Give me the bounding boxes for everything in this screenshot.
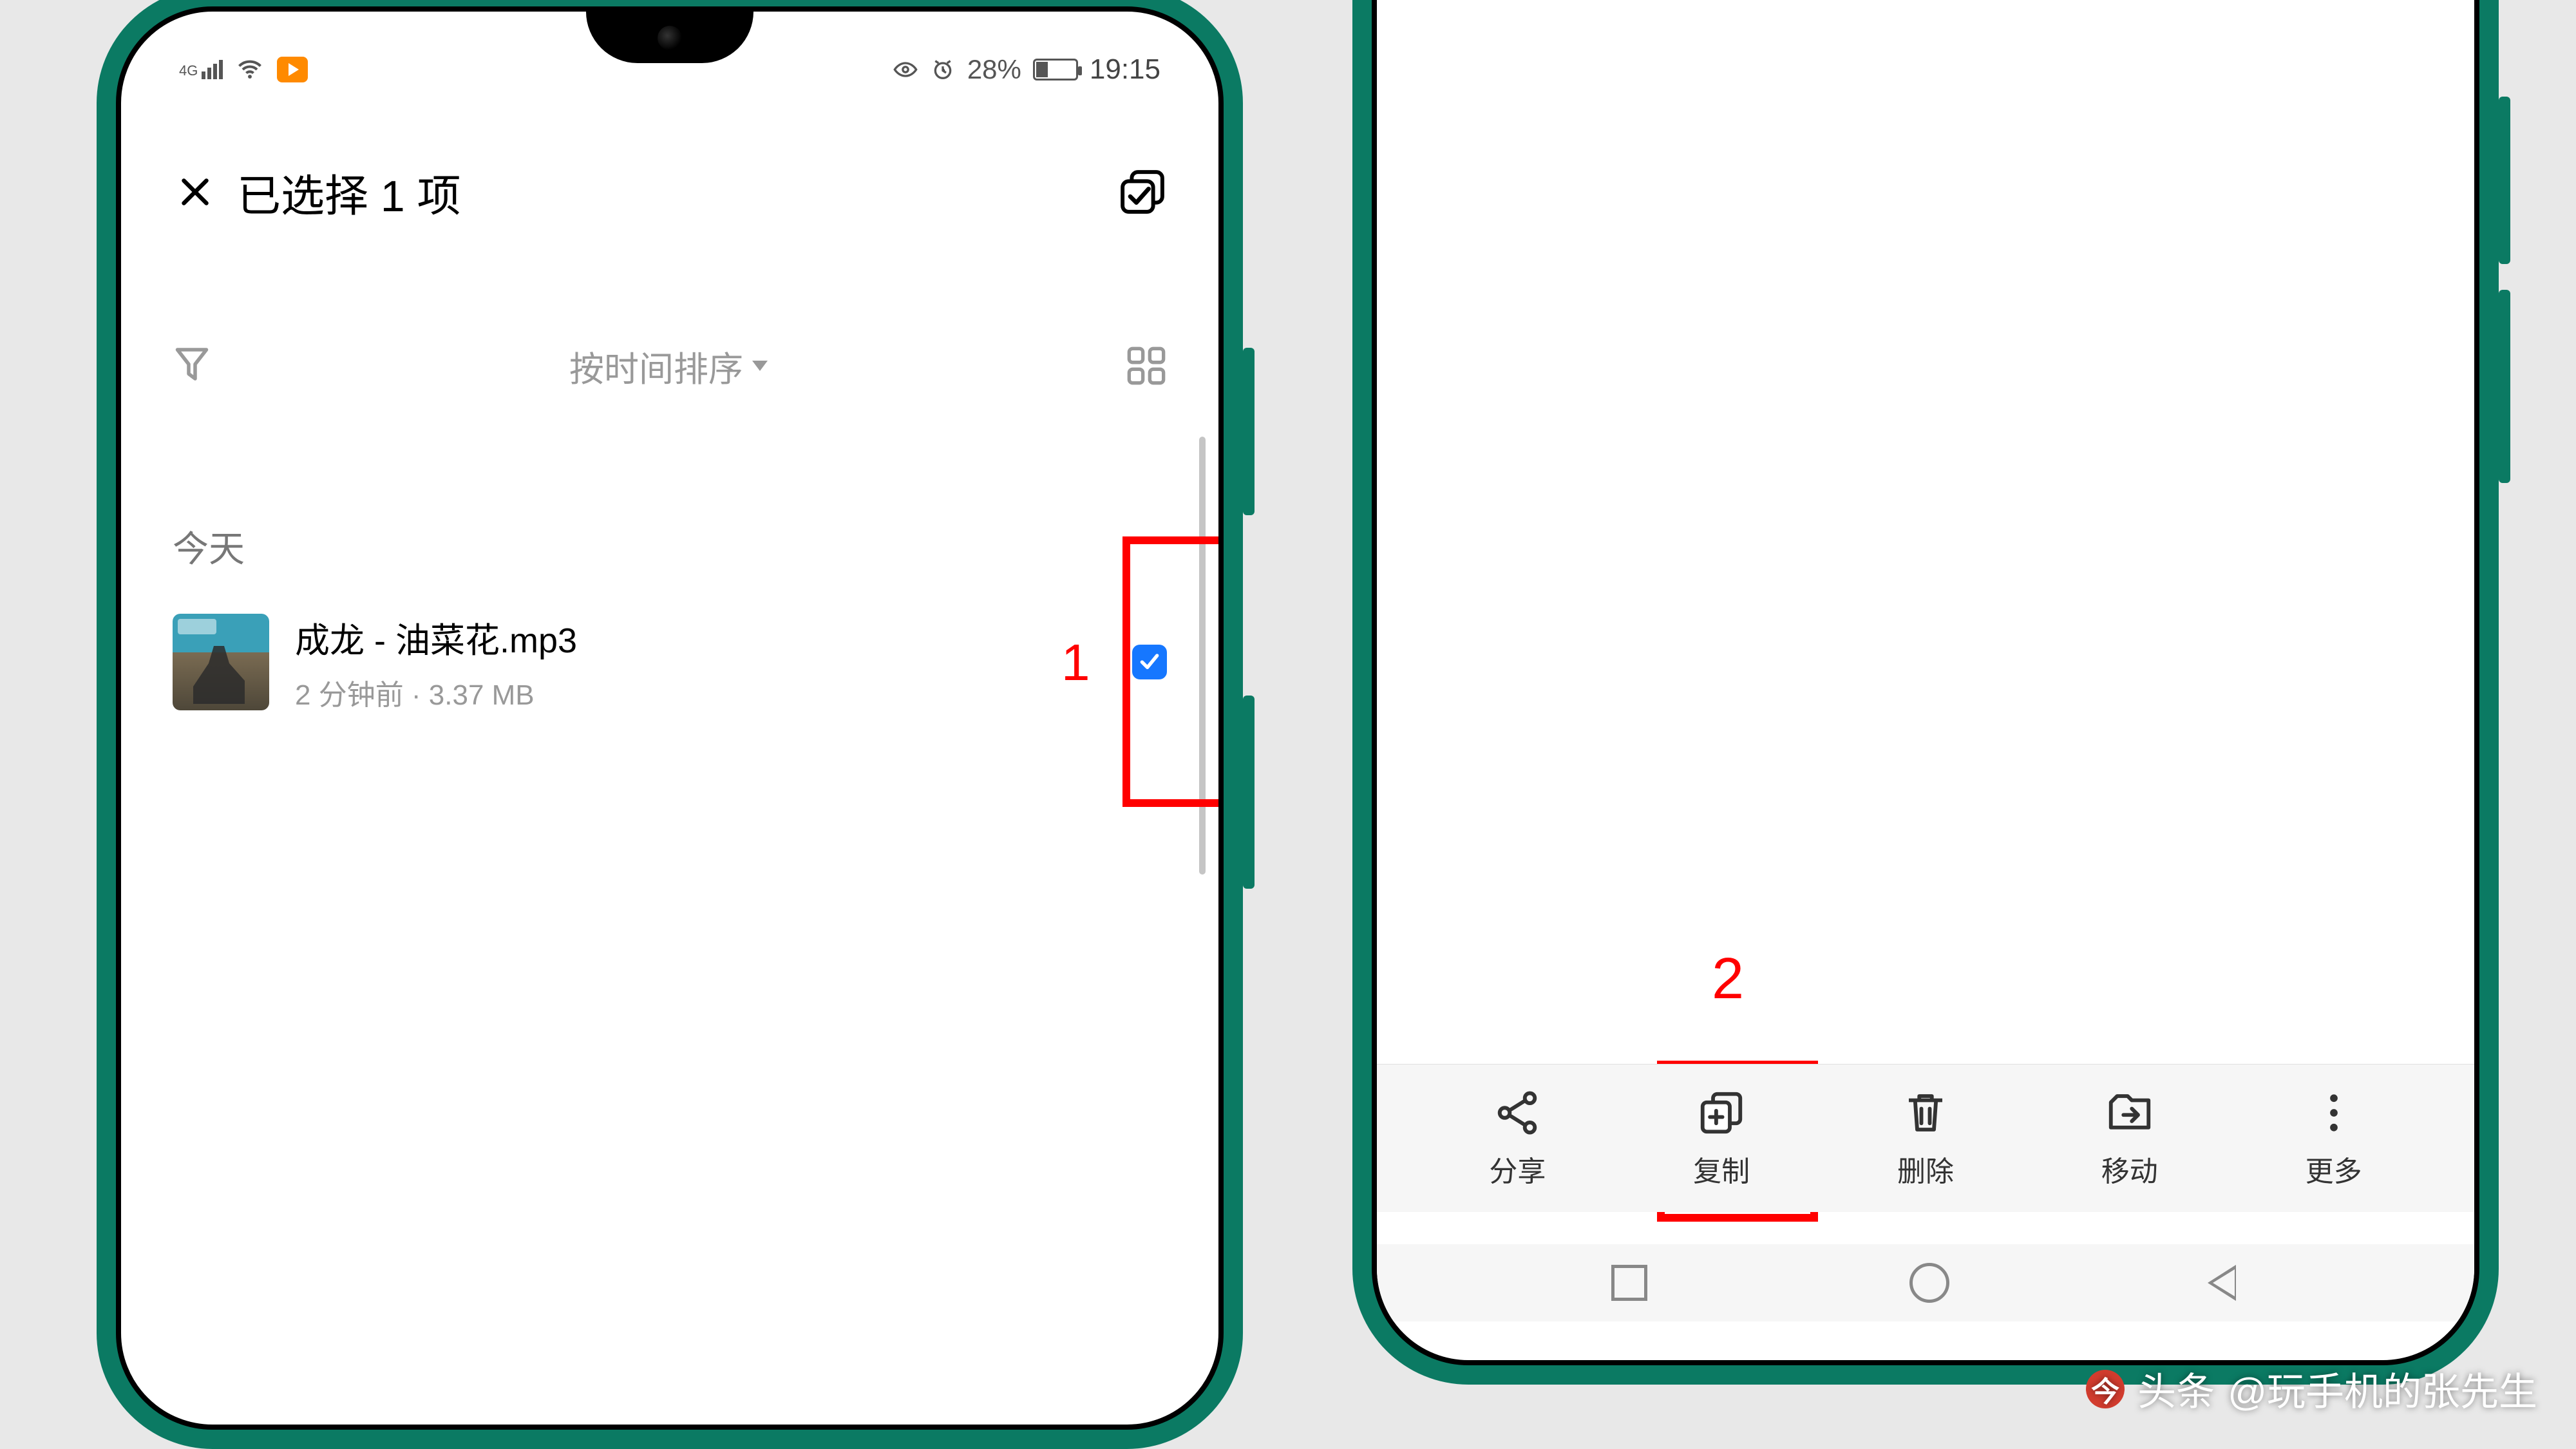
- watermark: 今 头条 @玩手机的张先生: [2086, 1361, 2537, 1417]
- copy-icon: [1696, 1088, 1747, 1138]
- grid-view-icon[interactable]: [1126, 345, 1167, 386]
- more-button[interactable]: 更多: [2306, 1088, 2362, 1189]
- android-nav-bar: [1377, 1244, 2474, 1321]
- selection-header: 已选择 1 项: [121, 140, 1218, 243]
- eye-comfort-icon: [893, 57, 918, 82]
- more-icon: [2309, 1088, 2359, 1138]
- phone-left-frame: 4G 28% 19:15: [97, 0, 1243, 1449]
- network-type: 4G: [179, 62, 198, 79]
- phone-right-frame: 2 分享 复制: [1352, 0, 2499, 1385]
- file-meta: 2 分钟前 · 3.37 MB: [295, 672, 1106, 713]
- signal-icon: 4G: [179, 60, 223, 79]
- filter-icon[interactable]: [173, 343, 211, 388]
- move-label: 移动: [2101, 1148, 2158, 1189]
- signal-bars-icon: [202, 60, 223, 79]
- clock-time: 19:15: [1090, 53, 1160, 86]
- move-icon: [2105, 1088, 2155, 1138]
- file-info: 成龙 - 油菜花.mp3 2 分钟前 · 3.37 MB: [295, 612, 1106, 713]
- annotation-1-box: [1122, 536, 1224, 807]
- phone1-notch: [586, 12, 753, 63]
- file-row[interactable]: 成龙 - 油菜花.mp3 2 分钟前 · 3.37 MB: [173, 604, 1167, 720]
- nav-back-button[interactable]: [2211, 1265, 2240, 1301]
- video-app-icon: [277, 57, 308, 82]
- sort-bar: 按时间排序: [121, 321, 1218, 411]
- phone1-side-button-2: [1243, 696, 1255, 889]
- phone1-screen: 4G 28% 19:15: [116, 6, 1224, 1430]
- front-camera-icon: [658, 26, 682, 50]
- phone2-screen: 2 分享 复制: [1372, 0, 2479, 1365]
- close-button[interactable]: [173, 169, 218, 214]
- annotation-2-number: 2: [1712, 946, 1744, 1012]
- select-all-button[interactable]: [1118, 167, 1167, 216]
- section-today: 今天: [173, 520, 245, 573]
- phone1-side-button-1: [1243, 348, 1255, 515]
- copy-button[interactable]: 复制: [1693, 1088, 1750, 1189]
- watermark-brand: 头条: [2137, 1361, 2215, 1417]
- nav-recents-button[interactable]: [1611, 1265, 1647, 1301]
- annotation-1-number: 1: [1061, 633, 1090, 692]
- status-left: 4G: [179, 55, 308, 84]
- battery-icon: [1033, 59, 1078, 80]
- file-thumbnail: [173, 614, 269, 710]
- phone2-side-button-2: [2499, 290, 2510, 483]
- delete-button[interactable]: 删除: [1897, 1088, 1954, 1189]
- watermark-logo-icon: 今: [2086, 1370, 2125, 1408]
- copy-label: 复制: [1693, 1148, 1750, 1189]
- nav-home-button[interactable]: [1909, 1263, 1949, 1303]
- move-button[interactable]: 移动: [2101, 1088, 2158, 1189]
- share-icon: [1492, 1088, 1542, 1138]
- chevron-down-icon: [752, 361, 768, 371]
- status-right: 28% 19:15: [893, 53, 1160, 86]
- select-all-icon: [1118, 167, 1167, 216]
- share-button[interactable]: 分享: [1489, 1088, 1546, 1189]
- more-label: 更多: [2306, 1148, 2362, 1189]
- alarm-icon: [930, 57, 956, 82]
- phone2-side-button-1: [2499, 97, 2510, 264]
- sort-dropdown-label: 按时间排序: [569, 341, 743, 392]
- share-label: 分享: [1489, 1148, 1546, 1189]
- battery-percent: 28%: [967, 54, 1021, 85]
- wifi-icon: [236, 55, 264, 84]
- delete-label: 删除: [1897, 1148, 1954, 1189]
- trash-icon: [1900, 1088, 1951, 1138]
- sort-dropdown[interactable]: 按时间排序: [569, 341, 768, 392]
- watermark-author: @玩手机的张先生: [2228, 1361, 2537, 1417]
- bottom-action-bar: 分享 复制 删除: [1377, 1064, 2474, 1212]
- selection-title: 已选择 1 项: [237, 160, 1118, 224]
- close-icon: [176, 173, 214, 211]
- file-name: 成龙 - 油菜花.mp3: [295, 612, 1106, 663]
